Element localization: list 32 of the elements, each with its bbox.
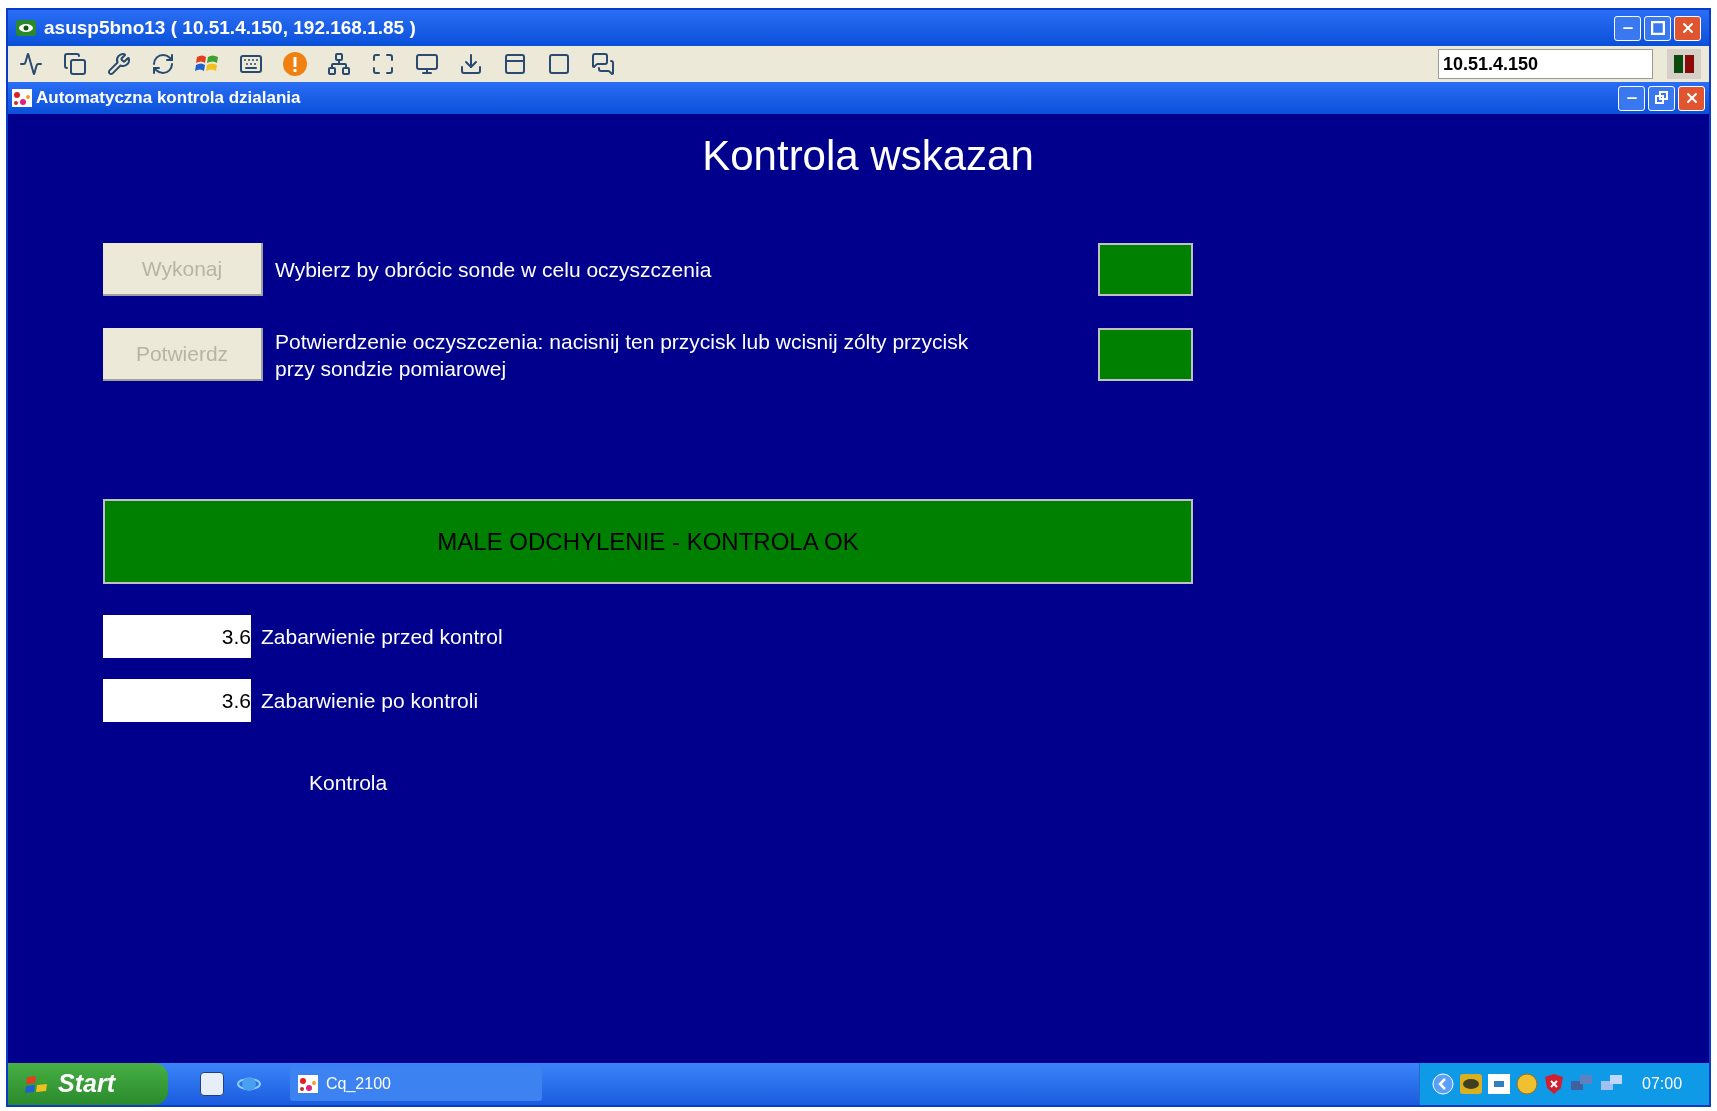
app-icon xyxy=(298,1075,318,1093)
alert-icon[interactable] xyxy=(280,50,310,78)
status-banner: MALE ODCHYLENIE - KONTROLA OK xyxy=(103,499,1193,584)
minimize-button[interactable] xyxy=(1618,85,1645,111)
device-icon[interactable] xyxy=(1488,1074,1510,1094)
window-title: asusp5bno13 ( 10.51.4.150, 192.168.1.85 ) xyxy=(44,15,417,40)
status-icon xyxy=(1667,49,1701,79)
restore-button[interactable] xyxy=(1648,85,1675,111)
address-field[interactable]: 10.51.4.150 xyxy=(1438,49,1653,79)
reading-field[interactable]: 3.6 xyxy=(103,679,251,722)
app-icon xyxy=(12,89,32,107)
page-heading: Kontrola wskazan xyxy=(702,131,1034,181)
app-window-title: Automatyczna kontrola dzialania xyxy=(36,87,302,110)
maximize-icon xyxy=(1650,21,1665,35)
maximize-button[interactable] xyxy=(1644,15,1671,41)
restore-icon xyxy=(1654,91,1669,105)
reading-field[interactable]: 3.6 xyxy=(103,615,251,658)
start-button[interactable]: Start xyxy=(8,1063,168,1105)
close-button[interactable] xyxy=(1674,15,1701,41)
taskbar-item[interactable]: Cq_2100 xyxy=(290,1067,542,1101)
close-button[interactable] xyxy=(1678,85,1705,111)
quick-launch-icon[interactable] xyxy=(200,1072,224,1096)
action-description: Wybierz by obrócic sonde w celu oczyszczenia xyxy=(275,257,713,283)
reading-label: Zabarwienie przed kontrol xyxy=(261,623,503,650)
shield-icon[interactable] xyxy=(1544,1073,1564,1095)
windows-logo-icon xyxy=(24,1072,50,1096)
minimize-button[interactable] xyxy=(1614,15,1641,41)
chevron-icon[interactable] xyxy=(1432,1073,1454,1095)
action-description: Potwierdzenie oczyszczenia: nacisnij ten przycisk lub wcisnij zólty przycisk przy sondzie pomiarowej xyxy=(275,328,970,382)
reading-label: Zabarwienie po kontroli xyxy=(261,687,479,714)
footer-label: Kontrola xyxy=(309,770,389,796)
clock: 07:00 xyxy=(1642,1074,1683,1094)
